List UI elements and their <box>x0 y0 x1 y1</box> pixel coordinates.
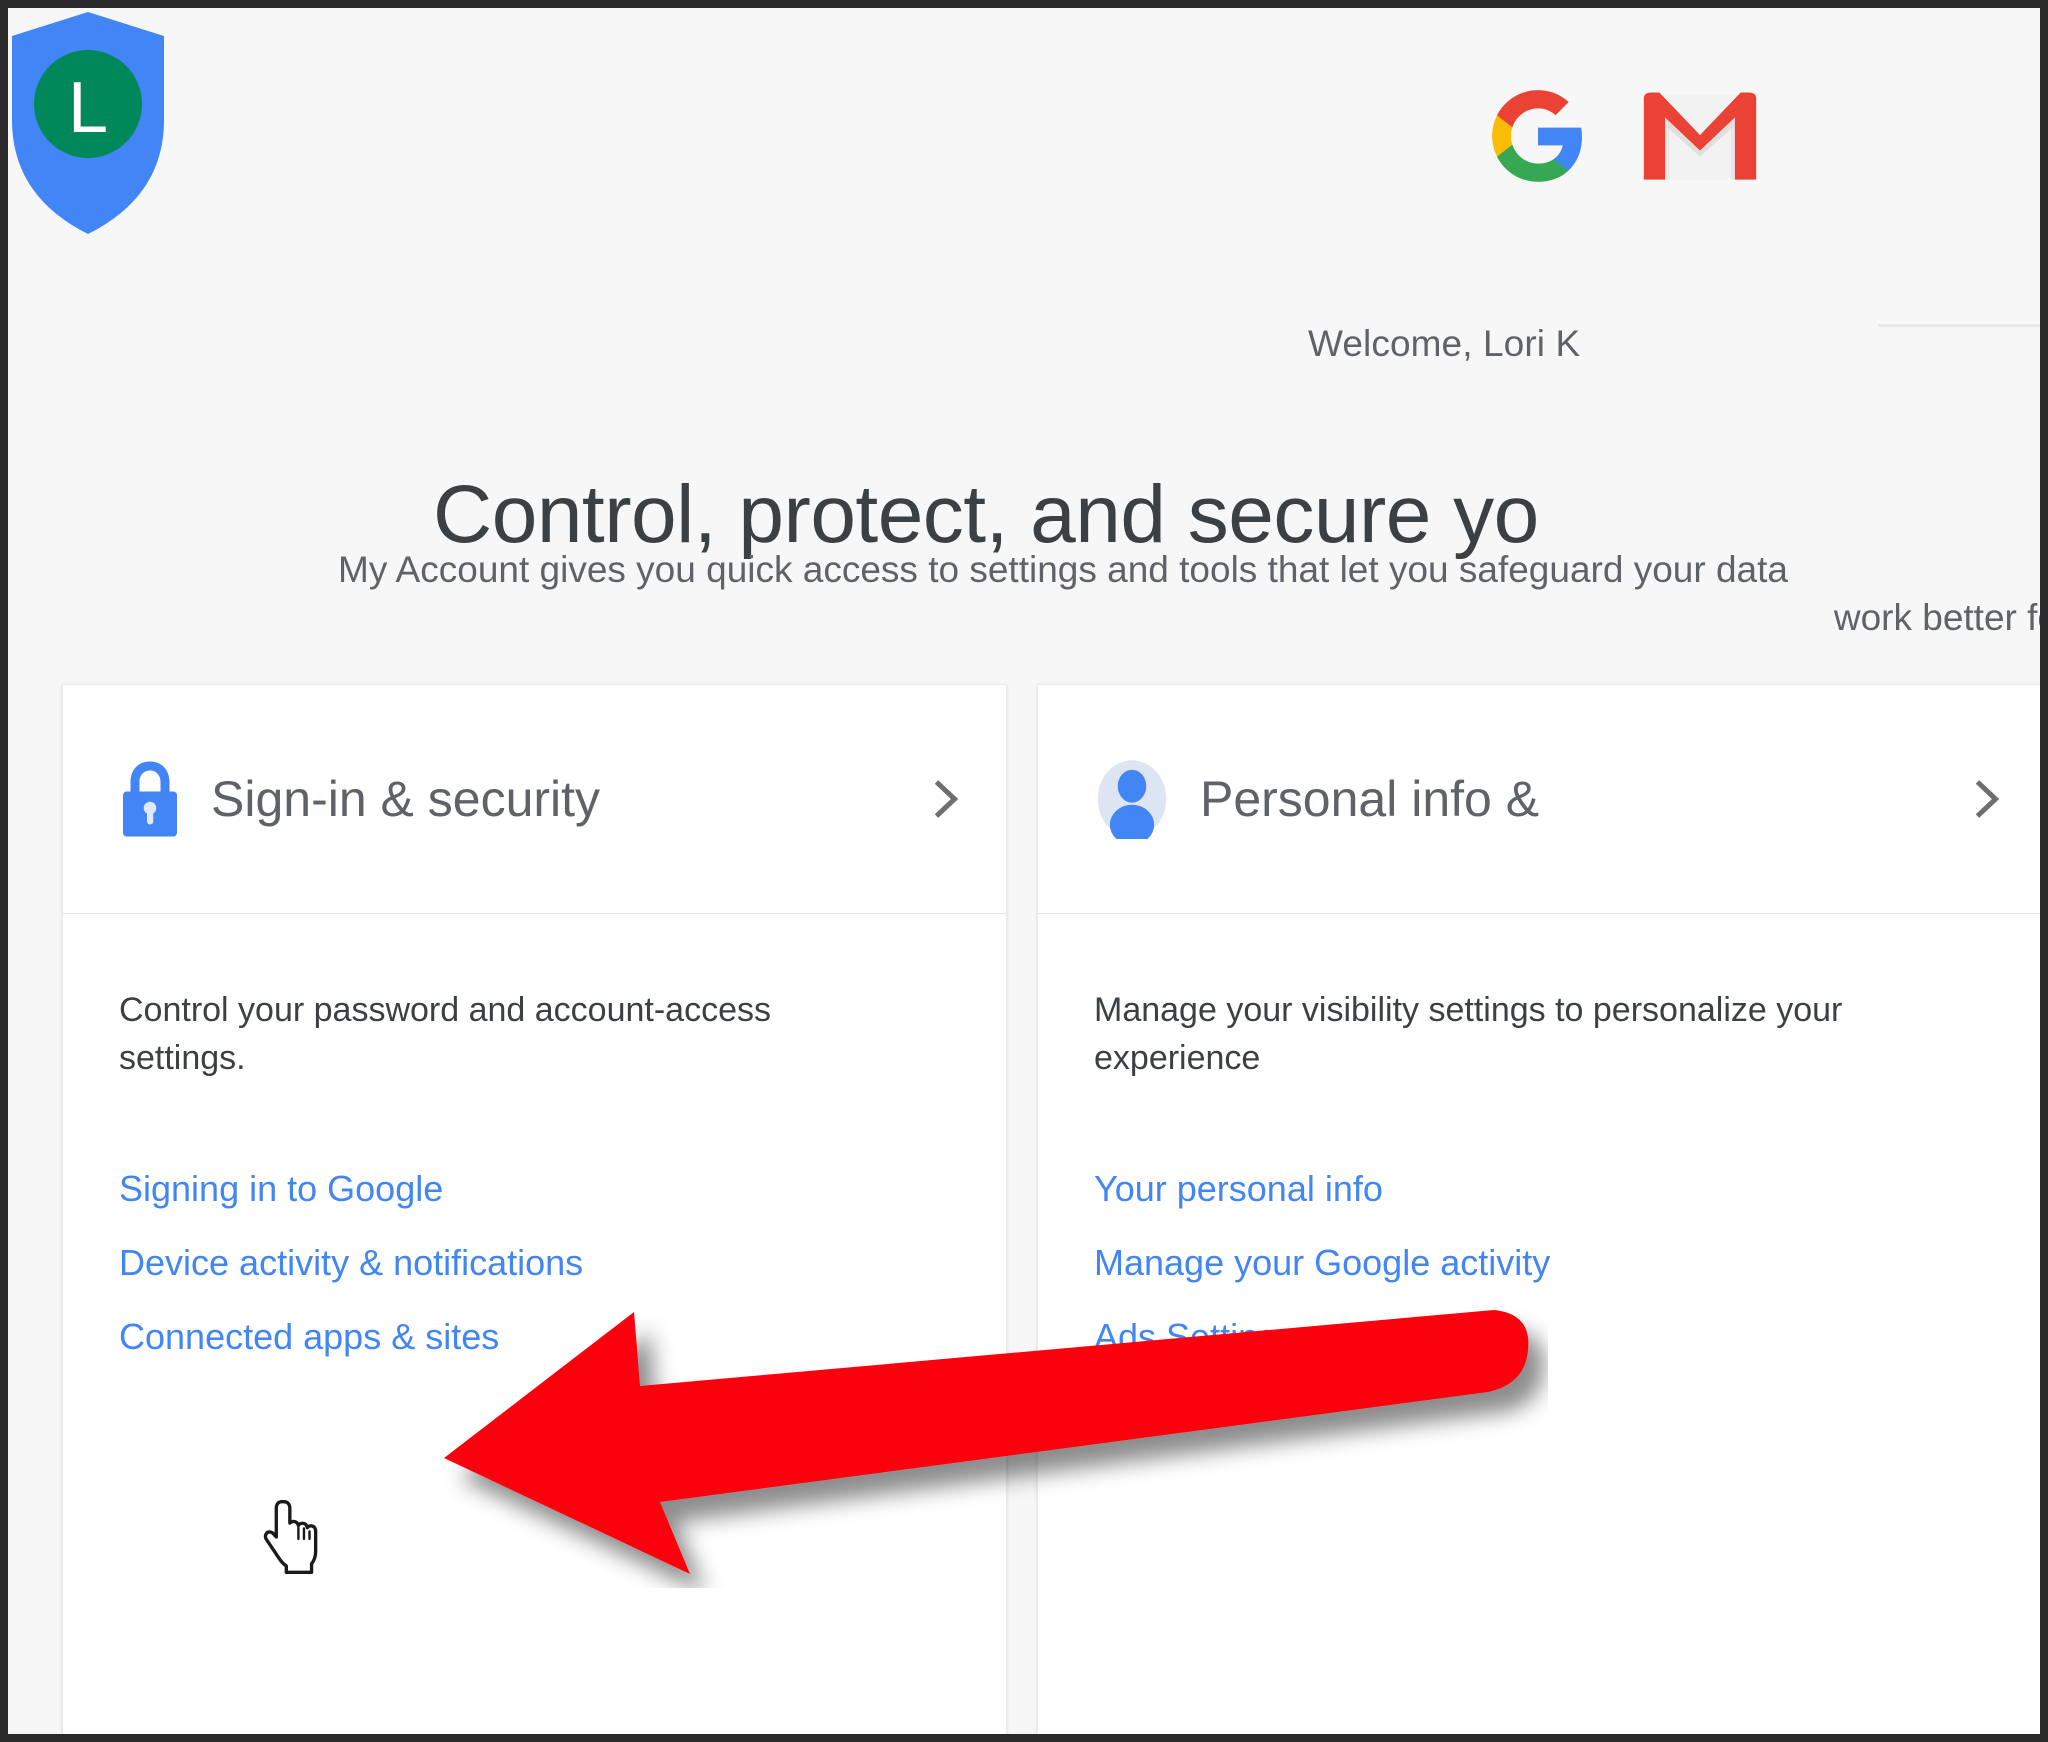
card-links-personal-info-privacy: Your personal info Manage your Google ac… <box>1094 1168 1995 1358</box>
card-header-sign-in-security[interactable]: Sign-in & security <box>63 685 1006 914</box>
welcome-greeting: Welcome, Lori K <box>1308 323 2048 365</box>
avatar-initial: L <box>68 68 108 148</box>
card-personal-info-privacy[interactable]: Personal info & Manage your visibility s… <box>1037 684 2048 1742</box>
card-sign-in-security[interactable]: Sign-in & security Control your password… <box>62 684 1007 1742</box>
card-description-personal-info-privacy: Manage your visibility settings to perso… <box>1094 986 1854 1082</box>
card-body-personal-info-privacy: Manage your visibility settings to perso… <box>1038 914 2047 1358</box>
card-links-sign-in-security: Signing in to Google Device activity & n… <box>119 1168 954 1358</box>
link-manage-your-google-activity[interactable]: Manage your Google activity <box>1094 1242 1995 1284</box>
link-signing-in-to-google[interactable]: Signing in to Google <box>119 1168 954 1210</box>
card-description-sign-in-security: Control your password and account-access… <box>119 986 879 1082</box>
card-title-personal-info-privacy: Personal info & <box>1200 770 1539 828</box>
card-title-sign-in-security: Sign-in & security <box>211 770 600 828</box>
person-icon <box>1092 759 1172 839</box>
card-body-sign-in-security: Control your password and account-access… <box>63 914 1006 1358</box>
card-header-personal-info-privacy[interactable]: Personal info & <box>1038 685 2047 914</box>
link-connected-apps-sites[interactable]: Connected apps & sites <box>119 1316 954 1358</box>
page-subtitle-line-1: My Account gives you quick access to set… <box>68 546 2048 594</box>
chevron-right-icon[interactable] <box>1963 776 2009 822</box>
page-header: L <box>8 8 2048 318</box>
page-subtitle: My Account gives you quick access to set… <box>68 546 2048 642</box>
page-subtitle-line-2: work better fo <box>68 594 2048 642</box>
my-account-page: L Welcome, Lori K Control, protect, and … <box>0 0 2048 1742</box>
link-your-personal-info[interactable]: Your personal info <box>1094 1168 1995 1210</box>
link-ads-settings[interactable]: Ads Settings <box>1094 1316 1995 1358</box>
chevron-right-icon[interactable] <box>922 776 968 822</box>
link-device-activity-notifications[interactable]: Device activity & notifications <box>119 1242 954 1284</box>
gmail-icon[interactable] <box>1638 90 1762 184</box>
account-shield-avatar[interactable]: L <box>8 8 168 238</box>
google-logo-icon[interactable] <box>1488 86 1588 186</box>
lock-icon <box>117 760 183 838</box>
